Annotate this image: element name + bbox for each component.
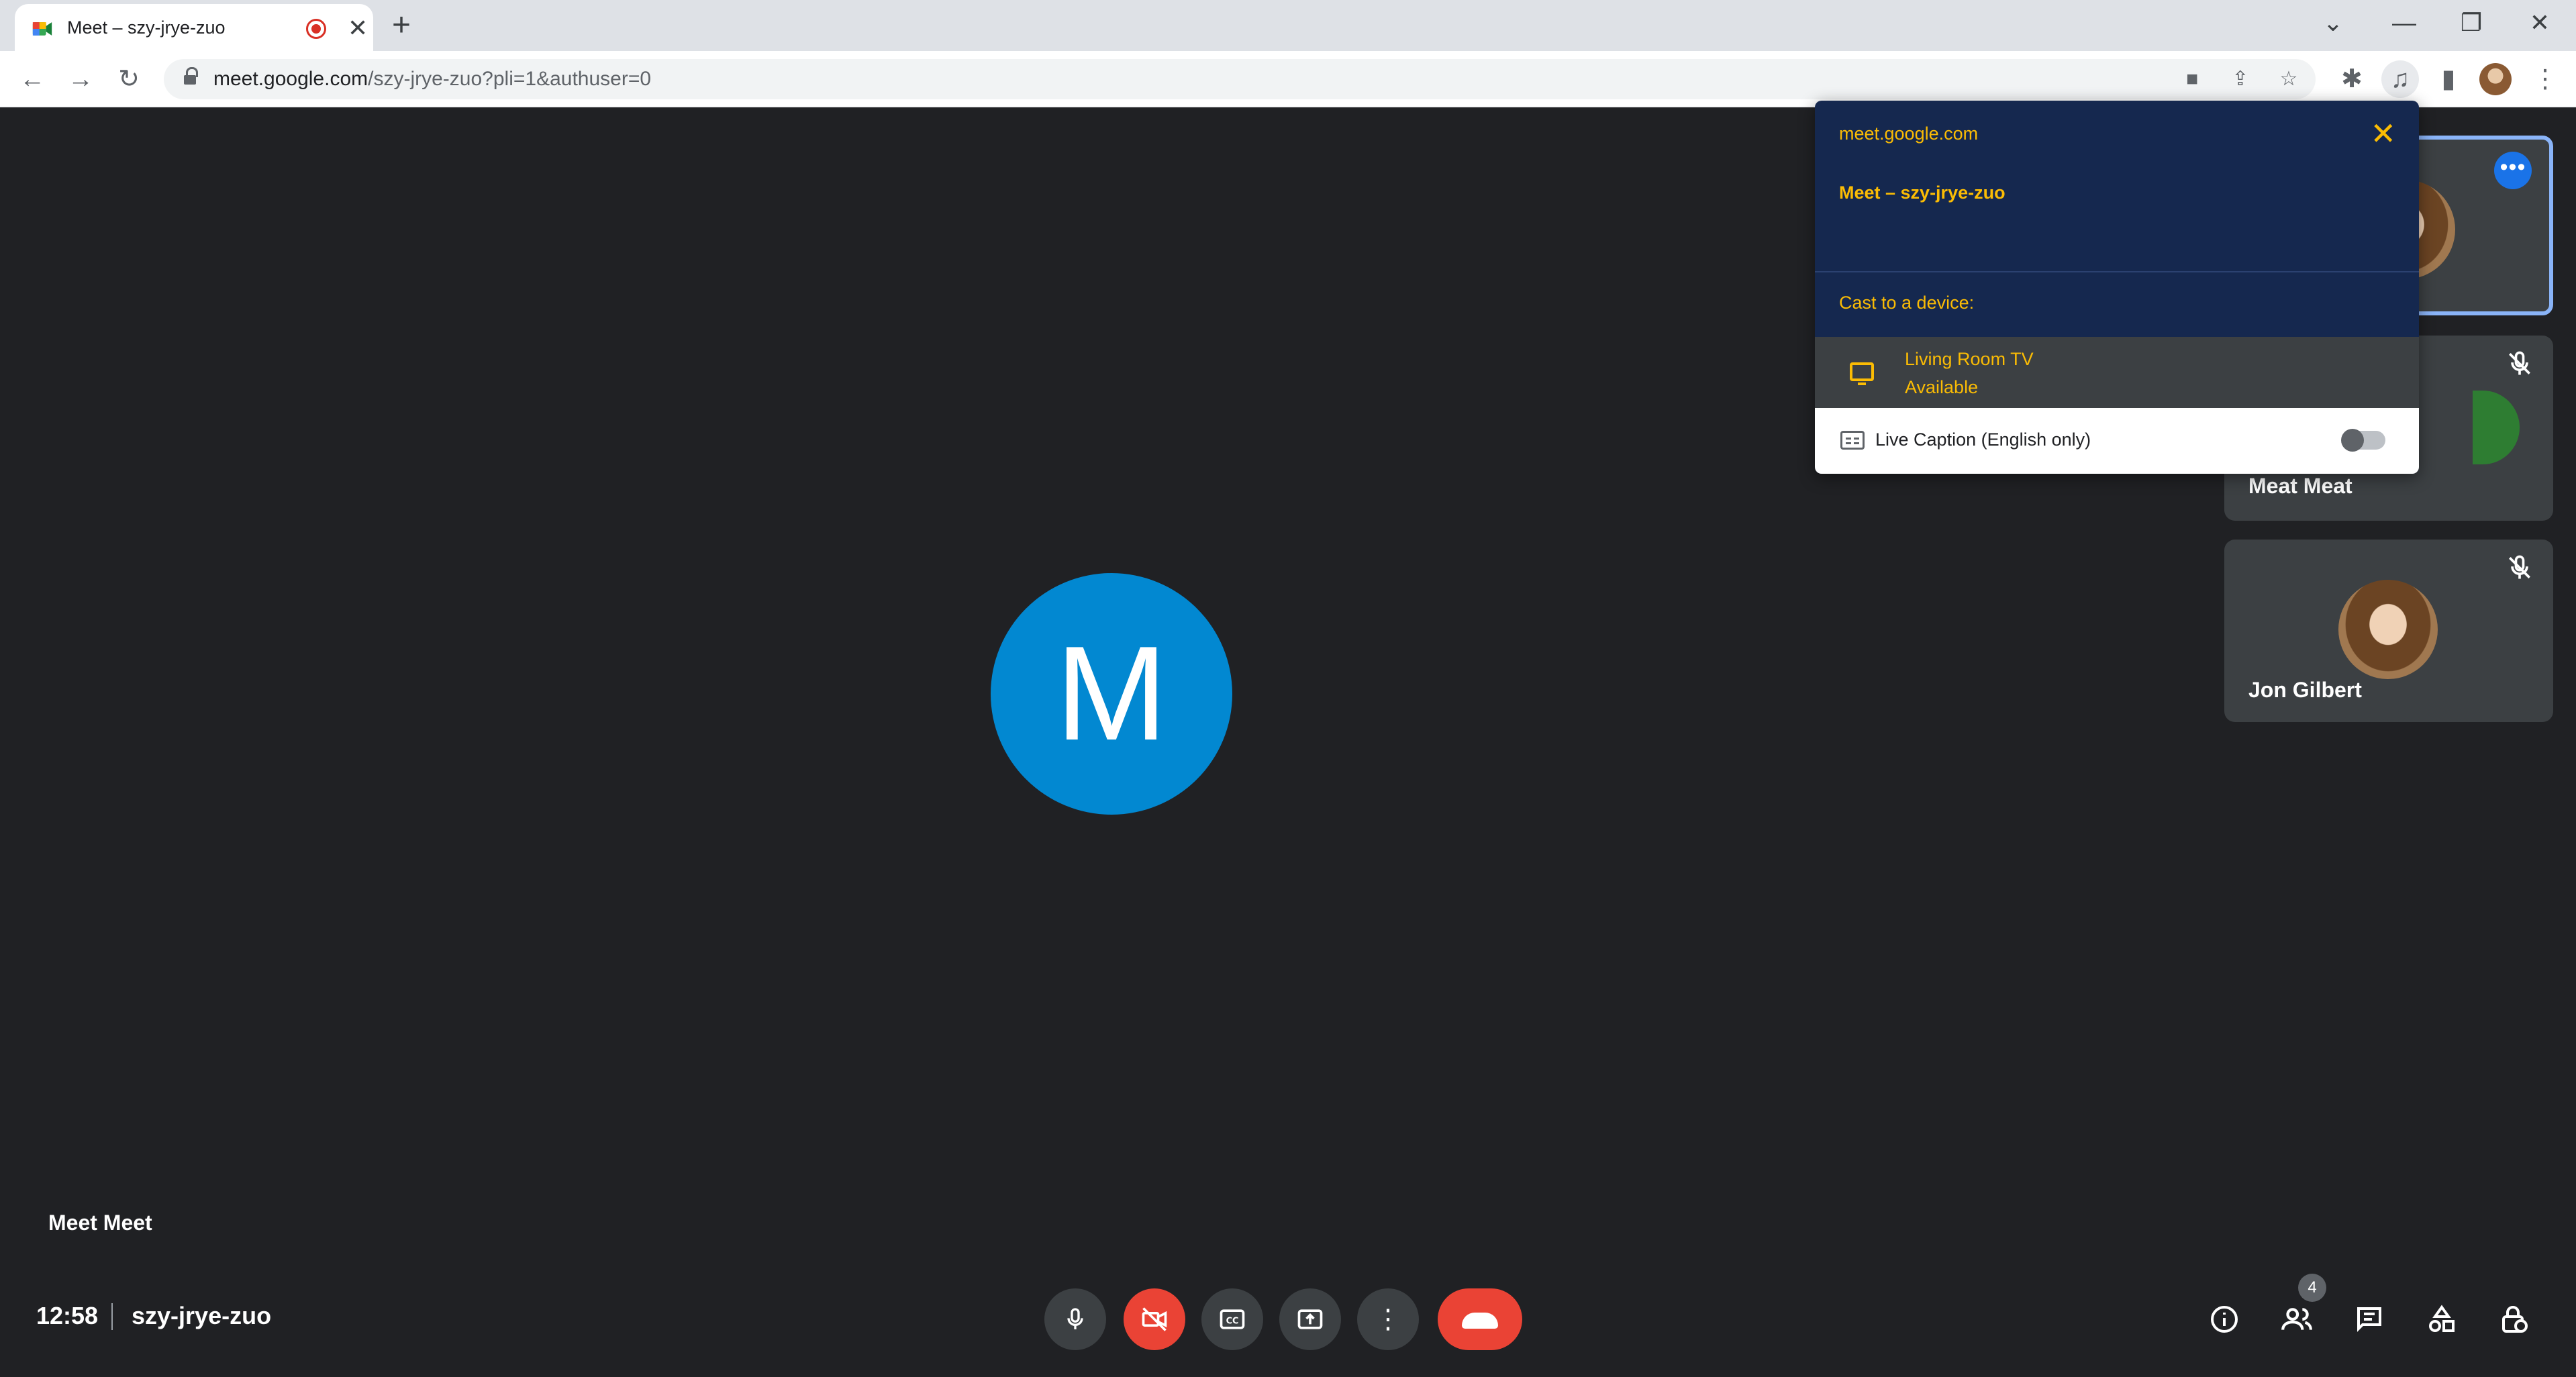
extensions-icon[interactable]: ✱ bbox=[2333, 60, 2371, 98]
more-options-button[interactable]: ••• bbox=[2494, 152, 2532, 189]
tab-close-button[interactable]: ✕ bbox=[348, 13, 368, 43]
recording-icon bbox=[306, 19, 326, 39]
meeting-code: szy-jrye-zuo bbox=[132, 1302, 272, 1329]
info-icon bbox=[2211, 1306, 2238, 1333]
back-icon[interactable]: ← bbox=[13, 60, 51, 98]
leave-call-button[interactable] bbox=[1438, 1288, 1522, 1350]
captions-button[interactable]: CC bbox=[1201, 1288, 1263, 1350]
live-caption-label: Live Caption (English only) bbox=[1875, 429, 2091, 450]
participant-avatar-partial bbox=[2473, 391, 2520, 464]
restore-icon[interactable]: ❐ bbox=[2451, 4, 2491, 42]
mic-off-icon bbox=[2509, 555, 2530, 579]
forward-icon[interactable]: → bbox=[62, 60, 99, 98]
tile-name: Meat Meat bbox=[2248, 474, 2352, 498]
host-controls-button[interactable] bbox=[2490, 1295, 2538, 1343]
tab-meet[interactable]: Meet – szy-jrye-zuo ✕ bbox=[15, 4, 373, 51]
cast-source-title: Meet – szy-jrye-zuo bbox=[1839, 183, 2005, 203]
share-icon[interactable]: ⇪ bbox=[2226, 64, 2255, 94]
close-window-icon[interactable]: ✕ bbox=[2520, 4, 2560, 42]
activities-button[interactable] bbox=[2418, 1295, 2466, 1343]
lock-person-icon bbox=[2502, 1306, 2528, 1333]
screen: Meet – szy-jrye-zuo ✕ + ⌄ — ❐ ✕ ← → ↻ me… bbox=[0, 0, 2576, 1377]
url-host: meet.google.com bbox=[213, 68, 368, 90]
camera-in-use-icon[interactable]: ■ bbox=[2177, 64, 2207, 94]
address-bar[interactable]: meet.google.com/szy-jrye-zuo?pli=1&authu… bbox=[164, 59, 2316, 99]
meeting-controls-bar: 12:58 szy-jrye-zuo CC ⋮ 4 bbox=[0, 1268, 2576, 1377]
tile-name: Jon Gilbert bbox=[2248, 678, 2362, 702]
camera-off-icon bbox=[1142, 1307, 1167, 1331]
chat-icon bbox=[2357, 1307, 2381, 1332]
live-caption-icon bbox=[1840, 431, 1865, 450]
tv-icon bbox=[1850, 362, 1874, 385]
menu-kebab-icon[interactable]: ⋮ bbox=[2526, 60, 2564, 98]
participant-tile-jon-gilbert[interactable]: Jon Gilbert bbox=[2224, 540, 2553, 722]
url-path: /szy-jrye-zuo?pli=1&authuser=0 bbox=[368, 68, 652, 90]
hangup-icon bbox=[1462, 1313, 1498, 1329]
cast-device-living-room-tv[interactable]: Living Room TV Available bbox=[1815, 337, 2419, 408]
more-options-button[interactable]: ⋮ bbox=[1357, 1288, 1419, 1350]
people-icon bbox=[2281, 1308, 2312, 1330]
chat-button[interactable] bbox=[2345, 1295, 2393, 1343]
participant-count-badge: 4 bbox=[2298, 1274, 2326, 1302]
mic-off-icon bbox=[2509, 351, 2530, 375]
main-participant-avatar: M bbox=[991, 573, 1232, 815]
meeting-details-button[interactable] bbox=[2200, 1295, 2248, 1343]
closed-captions-icon: CC bbox=[1220, 1309, 1245, 1329]
camera-off-button[interactable] bbox=[1124, 1288, 1185, 1350]
reload-icon[interactable]: ↻ bbox=[110, 60, 148, 98]
device-name: Living Room TV bbox=[1905, 349, 2034, 369]
bookmark-star-icon[interactable]: ☆ bbox=[2274, 64, 2303, 94]
tab-title: Meet – szy-jrye-zuo bbox=[67, 17, 226, 38]
divider bbox=[111, 1303, 113, 1330]
live-caption-row[interactable]: Live Caption (English only) bbox=[1815, 408, 2419, 474]
tab-search-icon[interactable]: ⌄ bbox=[2313, 4, 2353, 42]
side-panel-icon[interactable]: ▮ bbox=[2430, 60, 2467, 98]
meet-icon bbox=[32, 22, 52, 36]
kebab-icon: ⋮ bbox=[1375, 1305, 1401, 1334]
divider bbox=[1815, 271, 2419, 272]
cast-origin: meet.google.com bbox=[1839, 123, 1979, 144]
live-caption-toggle[interactable] bbox=[2341, 429, 2385, 452]
profile-avatar[interactable] bbox=[2479, 63, 2512, 95]
microphone-button[interactable] bbox=[1044, 1288, 1106, 1350]
activities-shapes-icon bbox=[2429, 1305, 2455, 1332]
main-participant-name: Meet Meet bbox=[48, 1211, 152, 1235]
cast-heading: Cast to a device: bbox=[1839, 293, 1975, 313]
cast-dialog: meet.google.com ✕ Meet – szy-jrye-zuo Ca… bbox=[1815, 101, 2419, 474]
media-controls-icon[interactable]: ♫ bbox=[2381, 60, 2419, 98]
people-button[interactable] bbox=[2273, 1295, 2321, 1343]
present-screen-icon bbox=[1297, 1309, 1323, 1329]
tab-strip: Meet – szy-jrye-zuo ✕ + ⌄ — ❐ ✕ bbox=[0, 0, 2576, 51]
lock-icon[interactable] bbox=[184, 67, 198, 86]
device-status: Available bbox=[1905, 377, 1979, 397]
browser-toolbar: ← → ↻ meet.google.com/szy-jrye-zuo?pli=1… bbox=[0, 51, 2576, 107]
svg-text:CC: CC bbox=[1226, 1316, 1239, 1326]
cast-close-button[interactable]: ✕ bbox=[2370, 118, 2396, 149]
microphone-icon bbox=[1067, 1308, 1083, 1329]
minimize-icon[interactable]: — bbox=[2384, 4, 2424, 42]
meeting-clock: 12:58 bbox=[36, 1302, 99, 1329]
new-tab-button[interactable]: + bbox=[392, 7, 411, 44]
participant-photo bbox=[2338, 580, 2438, 679]
url-text: meet.google.com/szy-jrye-zuo?pli=1&authu… bbox=[213, 68, 651, 91]
present-screen-button[interactable] bbox=[1279, 1288, 1341, 1350]
